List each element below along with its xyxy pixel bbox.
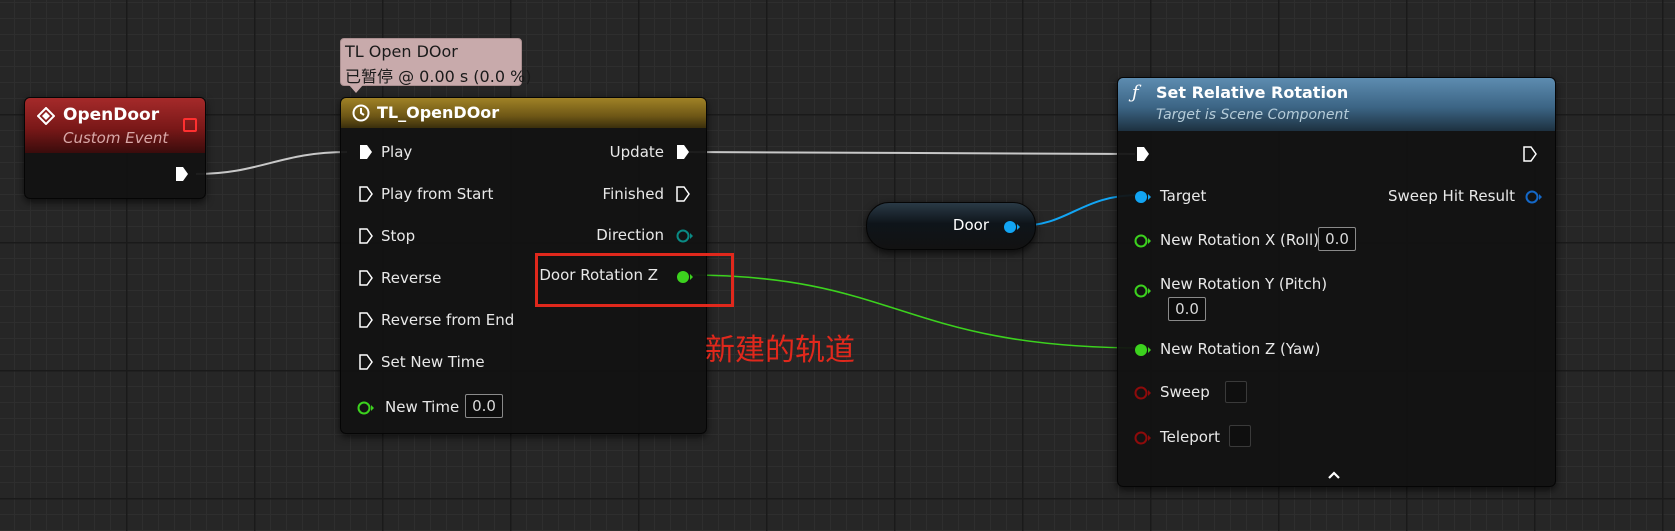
- delegate-pin-icon[interactable]: [183, 118, 197, 132]
- update-pin-label: Update: [609, 143, 664, 161]
- set-new-time-exec-pin[interactable]: [359, 354, 373, 370]
- reverse-pin-label: Reverse: [381, 269, 442, 287]
- set-relative-rotation-node[interactable]: ƒ Set Relative Rotation Target is Scene …: [1117, 77, 1556, 487]
- function-f-icon: ƒ: [1132, 82, 1139, 103]
- sweep-checkbox[interactable]: [1225, 381, 1247, 403]
- direction-enum-out-pin[interactable]: [676, 228, 693, 243]
- event-exec-out-pin[interactable]: [175, 166, 189, 182]
- door-variable-label: Door: [952, 216, 989, 234]
- direction-pin-label: Direction: [596, 226, 664, 244]
- pitch-float-pin[interactable]: [1134, 283, 1151, 298]
- play-from-start-pin-label: Play from Start: [381, 185, 494, 203]
- roll-pin-label: New Rotation X (Roll): [1160, 231, 1319, 249]
- reverse-from-end-pin-label: Reverse from End: [381, 311, 515, 329]
- stop-exec-pin[interactable]: [359, 228, 373, 244]
- timeline-node-title: TL_OpenDOor: [377, 103, 500, 122]
- event-node-header[interactable]: OpenDoor Custom Event: [25, 98, 205, 153]
- custom-event-node[interactable]: OpenDoor Custom Event: [24, 97, 206, 199]
- sweep-hit-result-struct-pin[interactable]: [1525, 189, 1542, 204]
- timeline-node-header[interactable]: TL_OpenDOor: [341, 98, 706, 128]
- event-diamond-icon: [36, 106, 56, 129]
- set-rotation-header[interactable]: ƒ Set Relative Rotation Target is Scene …: [1118, 78, 1555, 131]
- teleport-pin-label: Teleport: [1160, 428, 1220, 446]
- pitch-input[interactable]: 0.0: [1168, 297, 1206, 321]
- reverse-exec-pin[interactable]: [359, 270, 373, 286]
- set-new-time-pin-label: Set New Time: [381, 353, 485, 371]
- play-pin-label: Play: [381, 143, 413, 161]
- set-rotation-exec-in-pin[interactable]: [1136, 146, 1150, 162]
- exec-wire-event-to-play: [195, 151, 348, 175]
- door-object-out-pin[interactable]: [1003, 219, 1020, 233]
- highlight-box: [535, 253, 734, 307]
- target-pin-label: Target: [1160, 187, 1207, 205]
- finished-exec-out-pin[interactable]: [676, 186, 690, 202]
- roll-input[interactable]: 0.0: [1318, 227, 1356, 251]
- new-time-input[interactable]: 0.0: [465, 394, 503, 418]
- bubble-title: TL Open DOor: [345, 42, 458, 61]
- play-from-start-exec-pin[interactable]: [359, 186, 373, 202]
- event-node-subtitle: Custom Event: [63, 129, 169, 147]
- yaw-float-pin[interactable]: [1134, 342, 1151, 356]
- chevron-up-icon[interactable]: [1327, 465, 1341, 484]
- bubble-status: 已暂停 @ 0.00 s (0.0 %): [345, 67, 532, 86]
- door-variable-node[interactable]: Door: [866, 202, 1036, 250]
- set-rotation-title: Set Relative Rotation: [1156, 83, 1349, 102]
- stop-pin-label: Stop: [381, 227, 416, 245]
- roll-float-pin[interactable]: [1134, 233, 1151, 248]
- finished-pin-label: Finished: [602, 185, 664, 203]
- sweep-bool-pin[interactable]: [1134, 385, 1151, 400]
- bubble-pointer: [349, 85, 363, 93]
- reverse-from-end-exec-pin[interactable]: [359, 312, 373, 328]
- sweep-pin-label: Sweep: [1160, 383, 1210, 401]
- exec-wire-update-to-set-rotation: [687, 151, 1136, 155]
- set-rotation-subtitle: Target is Scene Component: [1156, 107, 1349, 123]
- timeline-status-bubble: TL Open DOor 已暂停 @ 0.00 s (0.0 %): [340, 38, 532, 93]
- pitch-pin-label: New Rotation Y (Pitch): [1160, 275, 1328, 293]
- set-rotation-exec-out-pin[interactable]: [1523, 146, 1537, 162]
- update-exec-out-pin[interactable]: [676, 144, 690, 160]
- new-time-pin-label: New Time: [385, 398, 460, 416]
- clock-icon: [352, 104, 370, 126]
- yaw-pin-label: New Rotation Z (Yaw): [1160, 340, 1321, 358]
- new-time-float-pin[interactable]: [357, 400, 374, 415]
- annotation-new-track: 新建的轨道: [705, 333, 855, 368]
- play-exec-pin[interactable]: [359, 144, 373, 160]
- teleport-bool-pin[interactable]: [1134, 430, 1151, 445]
- target-object-pin[interactable]: [1134, 189, 1151, 203]
- teleport-checkbox[interactable]: [1229, 425, 1251, 447]
- sweep-hit-result-label: Sweep Hit Result: [1388, 187, 1515, 205]
- event-node-title: OpenDoor: [63, 105, 160, 125]
